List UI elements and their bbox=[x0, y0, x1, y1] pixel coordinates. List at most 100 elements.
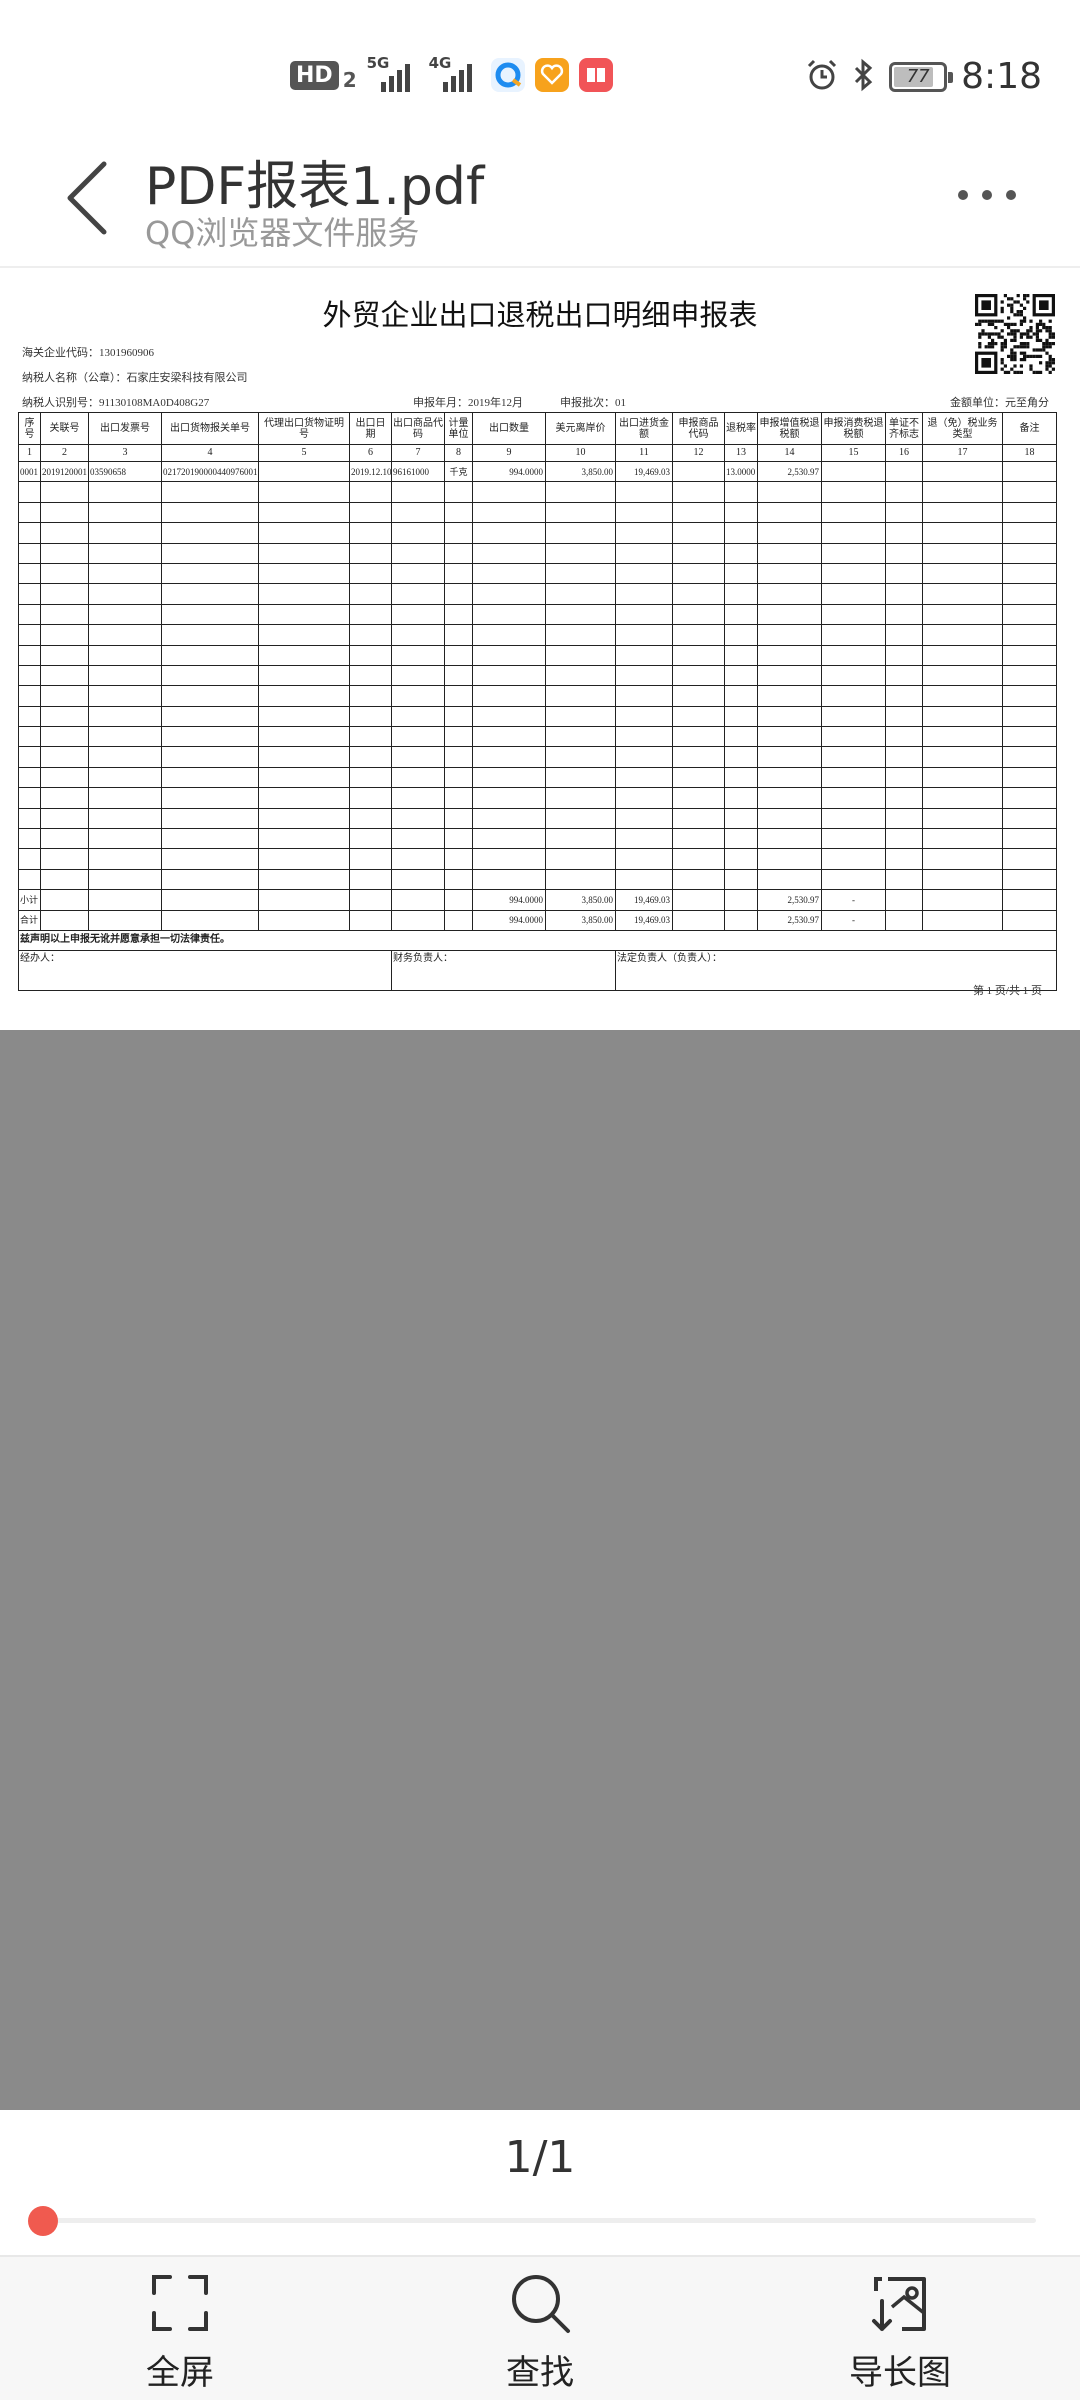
qr-module bbox=[1019, 303, 1023, 307]
table-cell bbox=[757, 746, 822, 768]
title-bar: PDF报表1.pdf QQ浏览器文件服务 bbox=[0, 140, 1080, 268]
qr-module bbox=[1013, 370, 1017, 374]
table-cell: - bbox=[821, 909, 886, 931]
more-dot bbox=[958, 190, 968, 200]
table-cell bbox=[258, 807, 350, 830]
table-cell bbox=[161, 664, 259, 687]
signal-5g-label: 5G bbox=[366, 54, 390, 72]
document-title: 外贸企业出口退税出口明细申报表 bbox=[322, 300, 758, 332]
table-cell bbox=[545, 522, 616, 544]
table-cell bbox=[88, 848, 162, 870]
qr-module bbox=[1045, 329, 1049, 333]
table-cell bbox=[472, 807, 546, 830]
qq-browser-icon bbox=[490, 58, 525, 92]
table-cell bbox=[161, 562, 259, 585]
table-cell bbox=[757, 562, 822, 585]
table-cell bbox=[757, 807, 822, 830]
table-cell: 出口发票号 bbox=[88, 412, 162, 445]
qr-module bbox=[1035, 326, 1039, 330]
declaration-row: 兹声明以上申报无讹并愿意承担一切法律责任。 bbox=[18, 929, 1057, 951]
customs-code: 海关企业代码：1301960906 bbox=[22, 347, 154, 359]
qr-module bbox=[1000, 348, 1004, 352]
table-cell bbox=[258, 562, 350, 585]
table-cell: 2 bbox=[40, 444, 89, 462]
table-cell bbox=[349, 664, 392, 687]
page-slider-track[interactable] bbox=[44, 2218, 1036, 2223]
table-cell bbox=[444, 685, 473, 707]
table-cell bbox=[821, 562, 886, 585]
table-cell bbox=[922, 542, 1003, 564]
qr-module bbox=[1026, 354, 1030, 358]
qr-module bbox=[1013, 338, 1017, 342]
qr-module bbox=[1035, 335, 1039, 339]
table-cell bbox=[444, 766, 473, 789]
qr-module bbox=[978, 342, 982, 346]
long-image-button[interactable]: 导长图 bbox=[800, 2257, 1000, 2402]
table-cell bbox=[18, 848, 41, 870]
table-cell bbox=[391, 766, 445, 789]
table-total-row: 合计 994.0000 3,850.00 19,469.03 2,530.97- bbox=[18, 909, 1057, 931]
qr-module bbox=[1010, 332, 1014, 336]
qr-module bbox=[1035, 370, 1039, 374]
table-cell bbox=[885, 828, 923, 850]
qr-module bbox=[1051, 335, 1055, 339]
table-subtotal-row: 小计 994.0000 3,850.00 19,469.03 2,530.97- bbox=[18, 889, 1057, 911]
qr-module bbox=[1023, 342, 1027, 346]
more-options-button[interactable] bbox=[958, 180, 1028, 210]
table-cell bbox=[821, 705, 886, 728]
qr-module bbox=[1039, 354, 1043, 358]
qr-module bbox=[978, 345, 982, 349]
qr-module bbox=[1016, 310, 1020, 314]
table-cell bbox=[349, 909, 392, 931]
table-cell bbox=[615, 766, 673, 789]
fullscreen-button[interactable]: 全屏 bbox=[80, 2257, 280, 2402]
qr-module bbox=[1032, 348, 1036, 352]
qr-module bbox=[1023, 297, 1027, 301]
pdf-viewer[interactable]: 外贸企业出口退税出口明细申报表 海关企业代码：1301960906 纳税人名称（… bbox=[0, 270, 1080, 2110]
table-cell bbox=[821, 460, 886, 483]
qr-module bbox=[1007, 316, 1011, 320]
handler-signature: 经办人： bbox=[18, 949, 392, 991]
table-cell bbox=[1002, 705, 1057, 728]
table-cell bbox=[672, 583, 725, 605]
table-cell bbox=[545, 746, 616, 768]
table-row-empty bbox=[18, 685, 1057, 707]
table-cell bbox=[615, 685, 673, 707]
page-slider-thumb[interactable] bbox=[28, 2206, 58, 2236]
table-cell bbox=[757, 685, 822, 707]
qr-module bbox=[1048, 335, 1052, 339]
qr-module bbox=[1029, 367, 1033, 371]
table-cell bbox=[724, 644, 758, 666]
table-cell bbox=[88, 889, 162, 911]
table-cell: 千克 bbox=[444, 460, 473, 483]
table-cell bbox=[349, 787, 392, 809]
table-cell bbox=[391, 787, 445, 809]
find-button[interactable]: 查找 bbox=[440, 2257, 640, 2402]
table-cell bbox=[444, 501, 473, 524]
table-cell bbox=[1002, 583, 1057, 605]
table-row-empty bbox=[18, 868, 1057, 891]
table-cell bbox=[615, 481, 673, 503]
table-cell bbox=[615, 787, 673, 809]
qr-module bbox=[1003, 345, 1007, 349]
table-cell bbox=[472, 766, 546, 789]
table-row-empty bbox=[18, 481, 1057, 503]
table-cell bbox=[615, 522, 673, 544]
table-cell bbox=[672, 481, 725, 503]
table-cell bbox=[40, 848, 89, 870]
table-cell bbox=[472, 787, 546, 809]
table-cell bbox=[40, 726, 89, 748]
table-row-empty bbox=[18, 787, 1057, 809]
table-cell bbox=[349, 889, 392, 911]
status-left: HD 2 5G 4G bbox=[290, 54, 613, 92]
table-cell bbox=[40, 603, 89, 626]
table-cell bbox=[615, 562, 673, 585]
qr-module bbox=[1039, 319, 1043, 323]
table-cell: 备注 bbox=[1002, 412, 1057, 445]
qr-module bbox=[1010, 306, 1014, 310]
table-cell bbox=[821, 726, 886, 748]
table-cell bbox=[672, 787, 725, 809]
table-cell bbox=[88, 644, 162, 666]
table-cell: 申报增值税退税额 bbox=[757, 412, 822, 445]
back-button[interactable] bbox=[52, 154, 122, 238]
